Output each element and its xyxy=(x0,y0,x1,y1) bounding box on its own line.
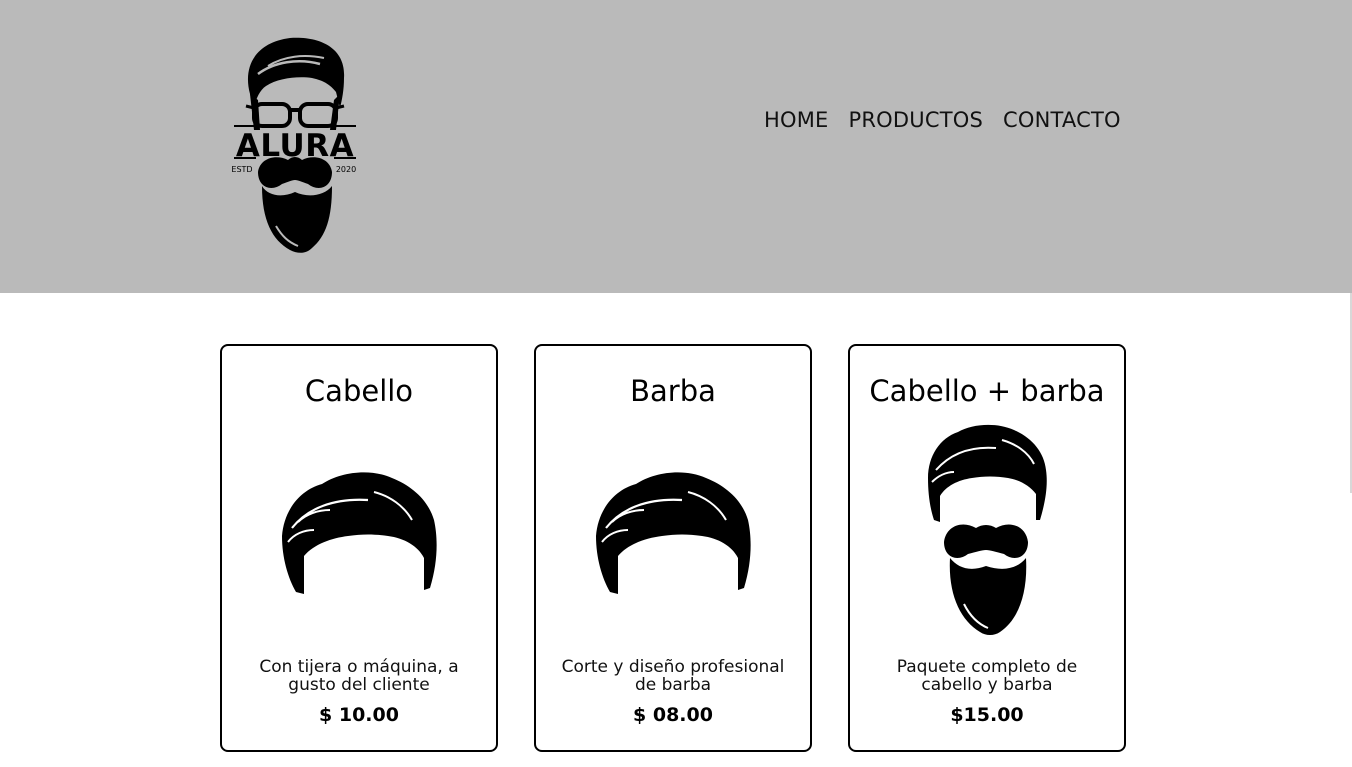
nav-contacto-link[interactable]: CONTACTO xyxy=(1003,106,1121,134)
product-description: Con tijera o máquina, a gusto del client… xyxy=(259,657,459,695)
site-header: ALURA ESTD 2020 HOME PRODUCTOS CONTACTO xyxy=(0,0,1352,293)
logo-left-text: ESTD xyxy=(231,165,252,174)
product-title: Cabello + barba xyxy=(869,374,1105,408)
product-title: Cabello xyxy=(304,374,414,408)
hair-icon xyxy=(222,468,496,594)
nav-productos-link[interactable]: PRODUCTOS xyxy=(849,106,983,134)
product-description: Corte y diseño profesional de barba xyxy=(561,657,785,695)
product-price: $15.00 xyxy=(950,704,1024,726)
alura-logo[interactable]: ALURA ESTD 2020 xyxy=(228,34,362,256)
hair-icon xyxy=(536,468,810,594)
nav-home-link[interactable]: HOME xyxy=(764,106,829,134)
product-price: $ 08.00 xyxy=(633,704,713,726)
main-nav: HOME PRODUCTOS CONTACTO xyxy=(764,106,1121,134)
product-price: $ 10.00 xyxy=(319,704,399,726)
logo-right-text: 2020 xyxy=(336,165,356,174)
product-card-cabello-barba[interactable]: Cabello + barba Paquete completo de cabe… xyxy=(848,344,1126,752)
product-description: Paquete completo de cabello y barba xyxy=(896,657,1078,695)
product-title: Barba xyxy=(630,374,716,408)
product-card-cabello[interactable]: Cabello Con tijera o máquina, a gusto de… xyxy=(220,344,498,752)
hair-and-beard-icon xyxy=(850,424,1124,638)
bearded-man-glasses-logo-icon: ALURA ESTD 2020 xyxy=(231,37,356,253)
product-card-barba[interactable]: Barba Corte y diseño profesional de barb… xyxy=(534,344,812,752)
